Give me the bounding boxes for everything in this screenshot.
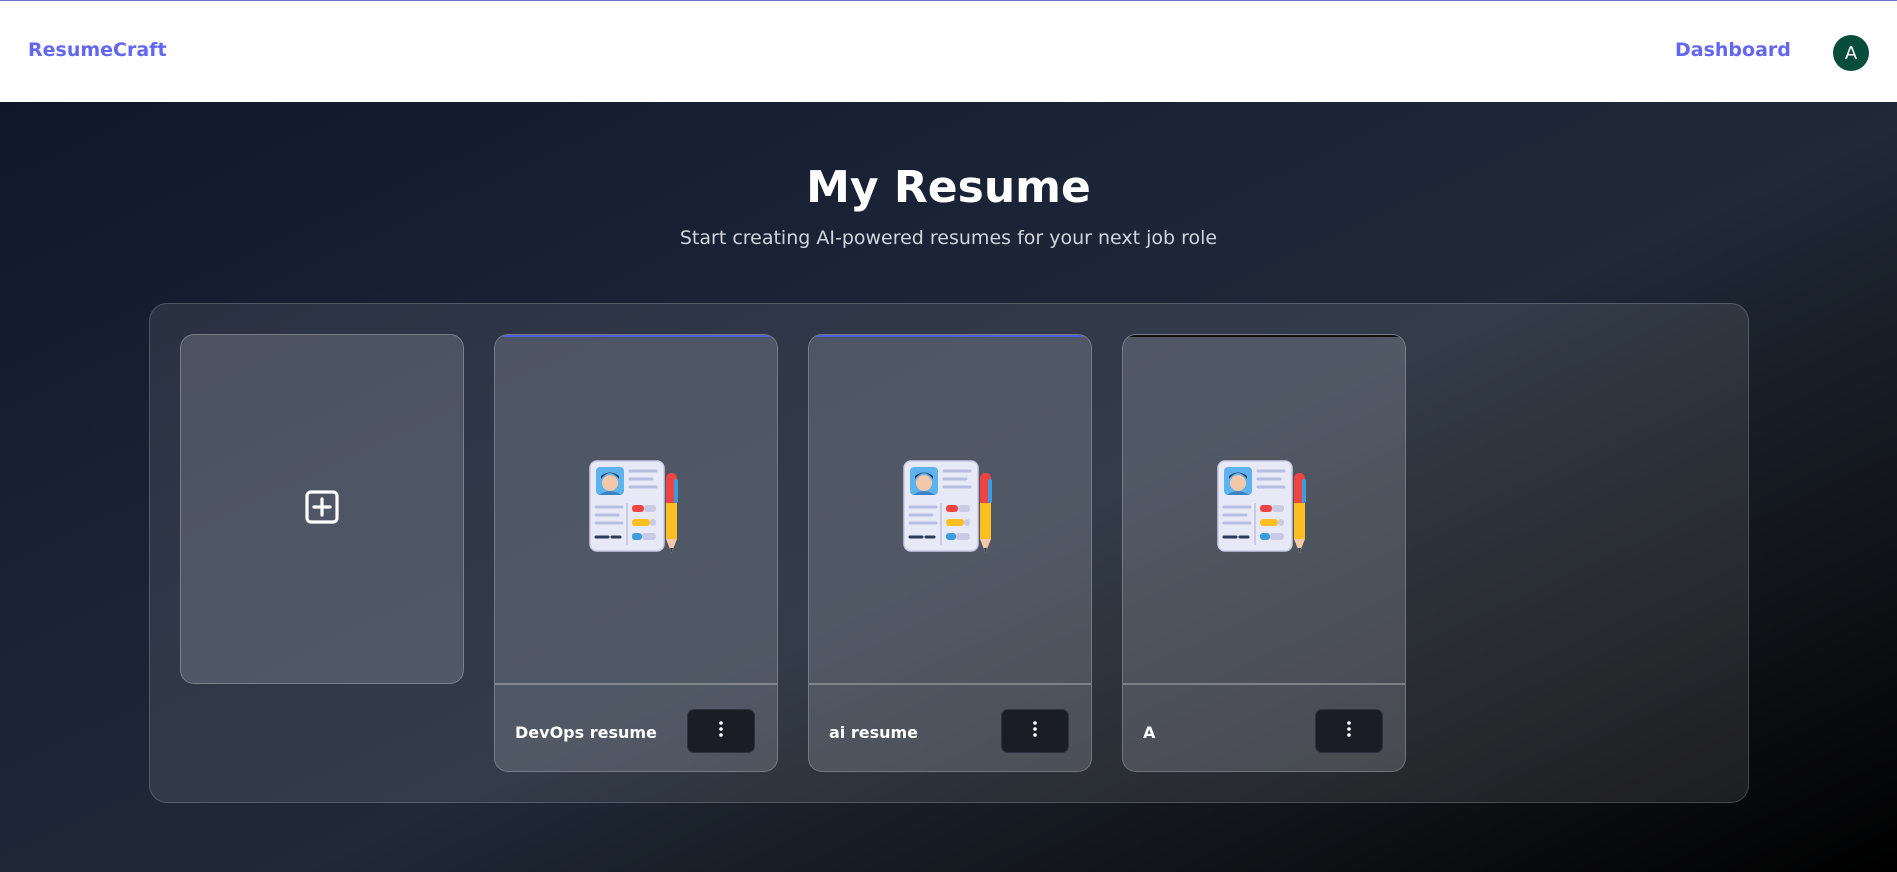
resume-card-footer: DevOps resume bbox=[495, 687, 777, 771]
resume-preview[interactable] bbox=[495, 335, 777, 685]
resume-card-footer: ai resume bbox=[809, 687, 1091, 771]
more-vertical-icon bbox=[1346, 720, 1352, 743]
resume-with-pen-icon bbox=[586, 457, 686, 562]
resume-card: DevOps resume bbox=[494, 334, 778, 772]
resume-grid-panel: DevOps resume ai resume A bbox=[149, 303, 1749, 803]
resume-with-pen-icon bbox=[900, 457, 1000, 562]
resume-card: A bbox=[1122, 334, 1406, 772]
nav-dashboard-link[interactable]: Dashboard bbox=[1675, 39, 1791, 61]
resume-card-footer: A bbox=[1123, 687, 1405, 771]
add-resume-card[interactable] bbox=[180, 334, 464, 684]
resume-card: ai resume bbox=[808, 334, 1092, 772]
resume-name: DevOps resume bbox=[515, 723, 657, 742]
resume-name: A bbox=[1143, 723, 1156, 742]
page-subtitle: Start creating AI-powered resumes for yo… bbox=[679, 227, 1218, 249]
resume-preview[interactable] bbox=[809, 335, 1091, 685]
resume-name: ai resume bbox=[829, 723, 919, 742]
user-avatar[interactable]: A bbox=[1833, 35, 1869, 71]
more-vertical-icon bbox=[1032, 720, 1038, 743]
plus-square-icon bbox=[304, 489, 340, 530]
brand-logo-link[interactable]: ResumeCraft bbox=[28, 39, 167, 61]
top-navbar: ResumeCraft Dashboard A bbox=[0, 0, 1897, 102]
page-title: My Resume bbox=[806, 162, 1091, 213]
resume-preview[interactable] bbox=[1123, 335, 1405, 685]
more-vertical-icon bbox=[718, 720, 724, 743]
resume-menu-button[interactable] bbox=[1001, 709, 1069, 753]
resume-menu-button[interactable] bbox=[1315, 709, 1383, 753]
dashboard-section: My Resume Start creating AI-powered resu… bbox=[0, 102, 1897, 872]
resume-with-pen-icon bbox=[1214, 457, 1314, 562]
resume-menu-button[interactable] bbox=[687, 709, 755, 753]
